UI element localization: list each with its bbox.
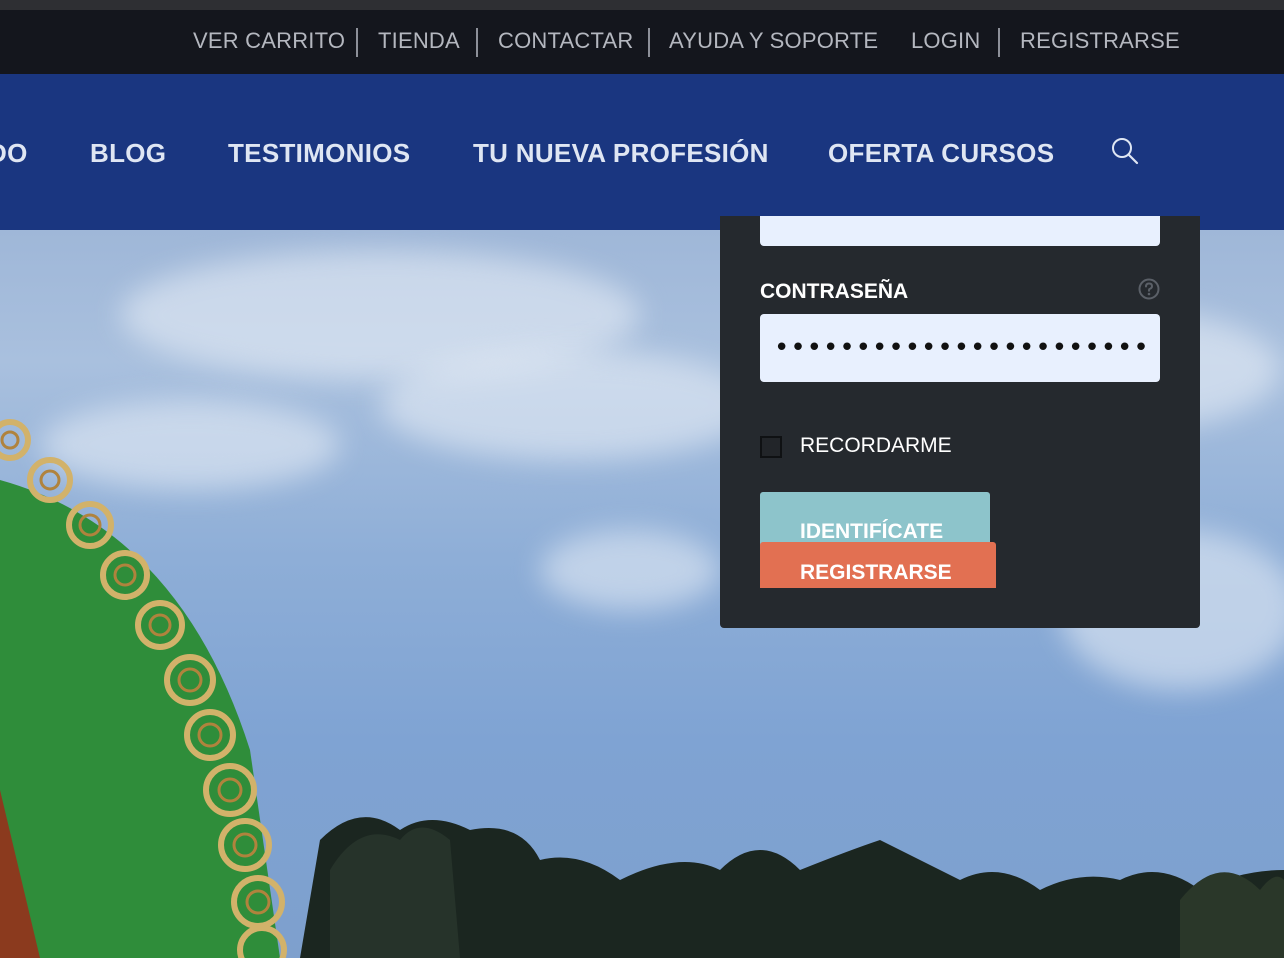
main-navigation: DO BLOG TESTIMONIOS TU NUEVA PROFESIÓN O… (0, 74, 1284, 230)
view-cart-link[interactable]: VER CARRITO (193, 28, 345, 54)
login-link[interactable]: LOGIN (911, 28, 980, 54)
nav-item-truncated[interactable]: DO (0, 138, 28, 169)
nav-item-blog[interactable]: BLOG (90, 138, 166, 169)
nav-item-course-offer[interactable]: OFERTA CURSOS (828, 138, 1054, 169)
nav-item-new-profession[interactable]: TU NUEVA PROFESIÓN (473, 138, 769, 169)
password-field[interactable] (760, 314, 1160, 382)
divider (998, 28, 1000, 57)
help-support-link[interactable]: AYUDA Y SOPORTE (669, 28, 878, 54)
remember-me-checkbox[interactable] (760, 436, 782, 458)
username-input[interactable] (760, 216, 1160, 246)
top-utility-bar: VER CARRITO TIENDA CONTACTAR AYUDA Y SOP… (0, 0, 1284, 74)
nav-item-testimonials[interactable]: TESTIMONIOS (228, 138, 410, 169)
register-button[interactable]: REGISTRARSE (760, 542, 996, 588)
divider (356, 28, 358, 57)
contact-link[interactable]: CONTACTAR (498, 28, 633, 54)
password-label: CONTRASEÑA (760, 280, 909, 303)
divider (476, 28, 478, 57)
store-link[interactable]: TIENDA (378, 28, 460, 54)
register-link[interactable]: REGISTRARSE (1020, 28, 1180, 54)
search-icon[interactable] (1110, 136, 1140, 166)
remember-me-label: RECORDARME (800, 434, 952, 457)
question-circle-icon[interactable] (1138, 278, 1160, 300)
login-panel: CONTRASEÑA RECORDARME IDENTIFÍCATE REGIS… (720, 216, 1200, 628)
divider (648, 28, 650, 57)
